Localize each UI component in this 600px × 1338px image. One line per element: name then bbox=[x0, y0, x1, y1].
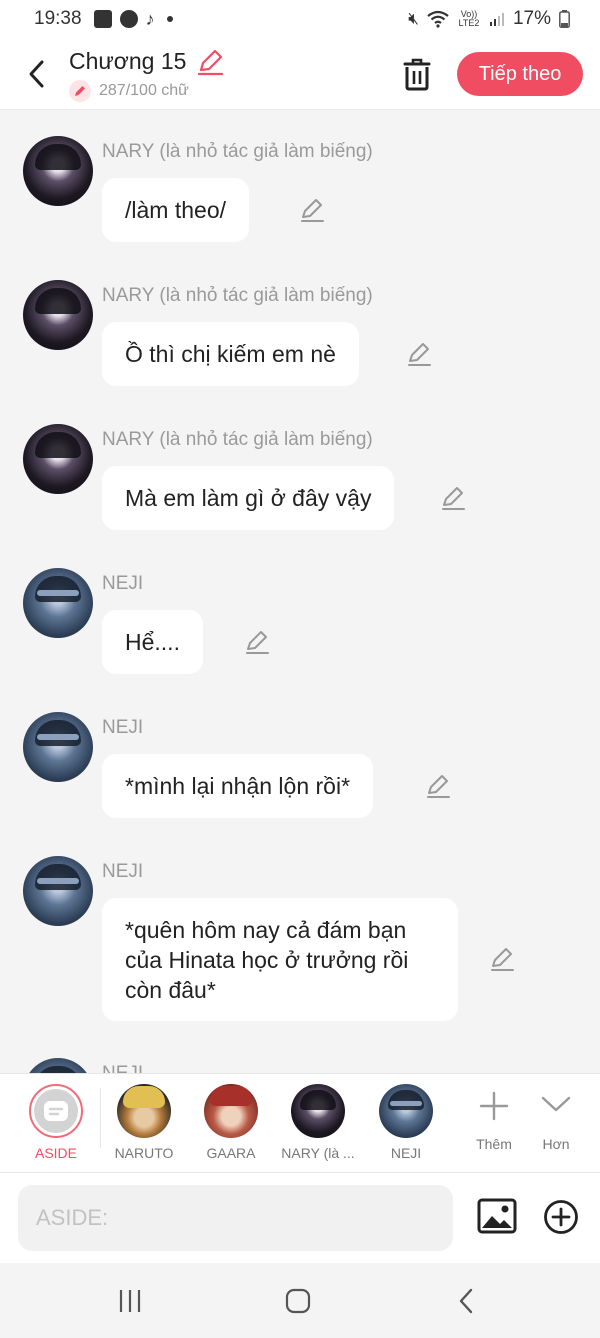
edit-title-icon[interactable] bbox=[196, 48, 224, 76]
neji-avatar[interactable] bbox=[23, 712, 93, 782]
nary-avatar[interactable] bbox=[23, 136, 93, 206]
chat-list[interactable]: NARY (là nhỏ tác giả làm biếng) /làm the… bbox=[0, 110, 600, 1073]
message-line: của Hinata học ở trưởng rồi bbox=[125, 947, 409, 973]
more-notifications-icon bbox=[166, 16, 173, 22]
cast-nary[interactable]: NARY (là ... bbox=[274, 1074, 362, 1174]
signal-icon bbox=[489, 13, 504, 26]
add-character-button[interactable]: Thêm bbox=[460, 1074, 528, 1174]
status-time: 19:38 bbox=[34, 8, 82, 29]
aside-avatar bbox=[29, 1084, 83, 1138]
recent-apps-icon bbox=[119, 1290, 141, 1312]
message-bubble[interactable]: *quên hôm nay cả đám bạn của Hinata học … bbox=[102, 898, 458, 1021]
tiktok-notification-icon: ♪ bbox=[145, 8, 155, 29]
cast-label: NEJI bbox=[390, 1145, 422, 1161]
sender-name: NEJI bbox=[102, 861, 144, 882]
cast-label: GAARA bbox=[206, 1145, 256, 1161]
chevron-down-icon bbox=[541, 1096, 571, 1112]
word-count: 287/100 chữ bbox=[69, 80, 189, 102]
nary-avatar bbox=[291, 1084, 345, 1138]
chapter-title[interactable]: Chương 15 bbox=[69, 48, 186, 75]
message-bubble[interactable]: Mà em làm gì ở đây vậy bbox=[102, 466, 395, 530]
image-icon[interactable] bbox=[477, 1198, 517, 1234]
message-bubble[interactable]: Ồ thì chị kiếm em nè bbox=[102, 322, 359, 386]
next-chapter-button[interactable]: Tiếp theo bbox=[457, 52, 583, 96]
composer bbox=[0, 1173, 600, 1263]
battery-percent: 17% bbox=[512, 8, 551, 29]
more-characters-button[interactable]: Hơn bbox=[528, 1074, 584, 1174]
gallery-notification-icon bbox=[93, 10, 112, 28]
back-arrow-icon bbox=[459, 1288, 473, 1314]
neji-avatar[interactable] bbox=[23, 1058, 93, 1073]
plus-icon bbox=[479, 1091, 509, 1121]
message-bubble[interactable]: *mình lại nhận lộn rồi* bbox=[102, 754, 374, 818]
add-circle-icon[interactable] bbox=[543, 1199, 579, 1235]
message-line: *quên hôm nay cả đám bạn bbox=[125, 917, 407, 943]
character-bar: ASIDE NARUTO GAARA NARY (là ... NEJI Thê… bbox=[0, 1073, 600, 1173]
edit-message-icon[interactable] bbox=[406, 341, 432, 367]
more-characters-label: Hơn bbox=[542, 1136, 570, 1152]
neji-avatar[interactable] bbox=[23, 568, 93, 638]
cast-neji[interactable]: NEJI bbox=[362, 1074, 450, 1174]
pencil-icon bbox=[69, 80, 91, 102]
sender-name: NARY (là nhỏ tác giả làm biếng) bbox=[102, 429, 373, 450]
add-character-label: Thêm bbox=[476, 1136, 512, 1152]
sender-name: NEJI bbox=[102, 1063, 143, 1073]
wifi-icon bbox=[427, 10, 449, 28]
back-button[interactable] bbox=[20, 54, 52, 94]
home-button[interactable] bbox=[278, 1283, 318, 1319]
edit-message-icon[interactable] bbox=[440, 485, 466, 511]
cast-gaara[interactable]: GAARA bbox=[187, 1074, 275, 1174]
naruto-avatar bbox=[117, 1084, 171, 1138]
system-back-button[interactable] bbox=[446, 1283, 486, 1319]
message-input[interactable] bbox=[18, 1185, 453, 1251]
nary-avatar[interactable] bbox=[23, 424, 93, 494]
message-bubble[interactable]: /làm theo/ bbox=[102, 178, 249, 242]
cast-label: ASIDE bbox=[34, 1145, 77, 1161]
neji-avatar bbox=[379, 1084, 433, 1138]
chapter-header: Chương 15 287/100 chữ Tiếp theo bbox=[0, 38, 600, 110]
network-type-label: Vo)) LTE2 bbox=[458, 9, 480, 28]
message-icon bbox=[44, 1101, 68, 1121]
sender-name: NEJI bbox=[102, 573, 144, 594]
nary-avatar[interactable] bbox=[23, 280, 93, 350]
cast-label: NARUTO bbox=[114, 1145, 174, 1161]
facebook-notification-icon bbox=[119, 10, 138, 28]
battery-icon bbox=[559, 10, 570, 28]
message-bubble[interactable]: Hể.... bbox=[102, 610, 203, 674]
system-nav-bar bbox=[0, 1263, 600, 1338]
edit-message-icon[interactable] bbox=[299, 197, 325, 223]
word-count-text: 287/100 chữ bbox=[99, 82, 189, 99]
sender-name: NEJI bbox=[102, 717, 144, 738]
mute-icon: 🔇︎ bbox=[408, 9, 419, 28]
status-bar: 19:38 ♪ 🔇︎ Vo)) LTE2 17% bbox=[0, 0, 600, 38]
edit-message-icon[interactable] bbox=[244, 629, 270, 655]
edit-message-icon[interactable] bbox=[425, 773, 451, 799]
chevron-left-icon bbox=[29, 60, 44, 88]
sender-name: NARY (là nhỏ tác giả làm biếng) bbox=[102, 141, 373, 162]
cast-label: NARY (là ... bbox=[281, 1145, 355, 1161]
sender-name: NARY (là nhỏ tác giả làm biếng) bbox=[102, 285, 373, 306]
gaara-avatar bbox=[204, 1084, 258, 1138]
recent-apps-button[interactable] bbox=[110, 1283, 150, 1319]
edit-message-icon[interactable] bbox=[489, 946, 515, 972]
message-line: còn đâu* bbox=[125, 977, 216, 1003]
trash-icon[interactable] bbox=[400, 56, 434, 92]
neji-avatar[interactable] bbox=[23, 856, 93, 926]
cast-naruto[interactable]: NARUTO bbox=[100, 1074, 188, 1174]
cast-aside[interactable]: ASIDE bbox=[12, 1074, 100, 1174]
home-icon bbox=[285, 1288, 311, 1314]
